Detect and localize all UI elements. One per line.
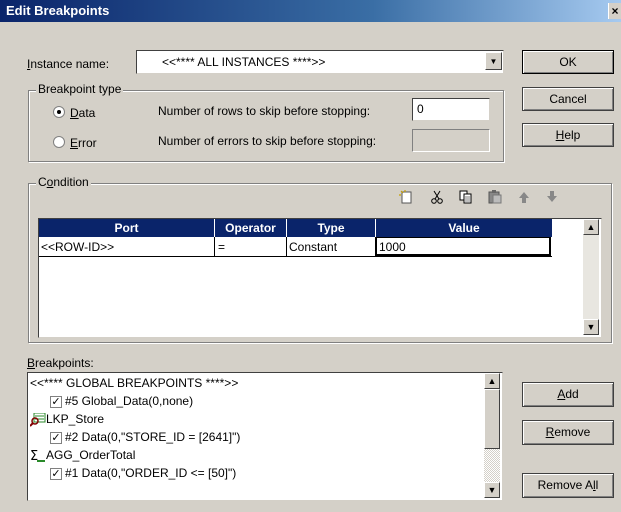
scroll-down-icon[interactable]: ▼ [484, 482, 500, 498]
error-radio-label: Error [70, 136, 97, 150]
close-icon[interactable]: × [608, 3, 621, 19]
title-bar: Edit Breakpoints × [0, 0, 621, 22]
new-icon[interactable] [397, 190, 415, 208]
aggregator-transformation-icon: Σ [30, 448, 46, 464]
ok-button[interactable]: OK [522, 50, 614, 74]
grid-scrollbar[interactable]: ▲ ▼ [583, 219, 599, 335]
instance-name-combobox[interactable]: <<**** ALL INSTANCES ****>> ▼ [136, 50, 504, 74]
instance-name-value: <<**** ALL INSTANCES ****>> [162, 55, 326, 69]
breakpoint-checkbox[interactable]: ✓ [50, 468, 62, 480]
error-radio[interactable] [53, 136, 65, 148]
rows-skip-value: 0 [417, 102, 424, 116]
remove-button[interactable]: Remove [522, 420, 614, 445]
condition-row[interactable]: <<ROW-ID>> = Constant 1000 [39, 237, 552, 257]
column-header-value[interactable]: Value [376, 219, 552, 237]
breakpoint-checkbox[interactable]: ✓ [50, 396, 62, 408]
breakpoint-checkbox[interactable]: ✓ [50, 432, 62, 444]
tree-item-bp2[interactable]: #2 Data(0,"STORE_ID = [2641]") [65, 430, 240, 444]
svg-text:Σ: Σ [30, 449, 38, 464]
copy-icon[interactable] [457, 190, 475, 208]
move-up-icon[interactable] [515, 190, 533, 208]
list-scrollbar[interactable]: ▲ ▼ [484, 373, 500, 498]
condition-legend: Condition [36, 175, 91, 189]
tree-item-bp5[interactable]: #5 Global_Data(0,none) [65, 394, 193, 408]
cut-icon[interactable] [428, 190, 446, 208]
condition-grid: Port Operator Type Value <<ROW-ID>> = Co… [38, 218, 602, 338]
errors-skip-label: Number of errors to skip before stopping… [158, 134, 377, 148]
cell-value-input[interactable]: 1000 [376, 237, 551, 256]
cancel-button[interactable]: Cancel [522, 87, 614, 111]
cell-operator[interactable]: = [218, 240, 225, 254]
scroll-thumb[interactable] [484, 389, 500, 449]
help-button[interactable]: Help [522, 123, 614, 147]
column-header-port[interactable]: Port [39, 219, 215, 237]
tree-item-agg-ordertotal[interactable]: AGG_OrderTotal [46, 448, 135, 462]
add-button[interactable]: Add [522, 382, 614, 407]
tree-item-bp1[interactable]: #1 Data(0,"ORDER_ID <= [50]") [65, 466, 236, 480]
breakpoints-label: Breakpoints: [27, 356, 94, 370]
data-radio-label: Data [70, 106, 96, 120]
cell-type[interactable]: Constant [289, 240, 337, 254]
scroll-down-icon[interactable]: ▼ [583, 319, 599, 335]
breakpoints-tree[interactable]: <<**** GLOBAL BREAKPOINTS ****>> ✓ #5 Gl… [27, 372, 503, 501]
rows-skip-input[interactable]: 0 [412, 98, 490, 121]
instance-name-label: Instance name: [27, 57, 110, 71]
paste-icon[interactable] [486, 190, 504, 208]
breakpoint-type-legend: Breakpoint type [36, 82, 124, 96]
scroll-up-icon[interactable]: ▲ [484, 373, 500, 389]
window-title: Edit Breakpoints [6, 3, 110, 18]
move-down-icon[interactable] [543, 190, 561, 208]
column-header-type[interactable]: Type [287, 219, 376, 237]
errors-skip-input [412, 129, 490, 152]
scroll-up-icon[interactable]: ▲ [583, 219, 599, 235]
lookup-transformation-icon [29, 412, 46, 427]
cell-value: 1000 [379, 240, 406, 254]
dropdown-arrow-icon[interactable]: ▼ [485, 52, 502, 70]
tree-item-global[interactable]: <<**** GLOBAL BREAKPOINTS ****>> [30, 376, 238, 390]
remove-all-button[interactable]: Remove All [522, 473, 614, 498]
data-radio[interactable] [53, 106, 65, 118]
tree-item-lkp-store[interactable]: LKP_Store [46, 412, 104, 426]
cell-port[interactable]: <<ROW-ID>> [41, 240, 114, 254]
column-header-operator[interactable]: Operator [215, 219, 287, 237]
rows-skip-label: Number of rows to skip before stopping: [158, 104, 371, 118]
